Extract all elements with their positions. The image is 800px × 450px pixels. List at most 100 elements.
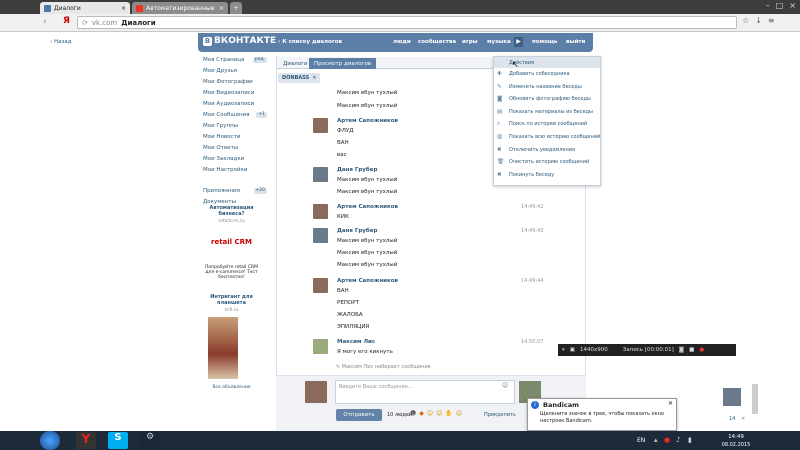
menu-item[interactable]: Показать материалы из беседы bbox=[509, 109, 593, 115]
menu-item[interactable]: Изменить название беседы bbox=[509, 84, 582, 90]
tab-automation[interactable]: Автоматизированные × bbox=[132, 2, 228, 14]
emoji-icon[interactable]: ☺ bbox=[427, 410, 433, 417]
download-icon[interactable]: ↓ bbox=[755, 16, 762, 25]
close-icon[interactable]: ✕ bbox=[741, 416, 745, 422]
sidebar-item[interactable]: Мои Настройки bbox=[203, 167, 267, 173]
message-input[interactable]: Введите Ваше сообщение... bbox=[335, 380, 515, 404]
header-link-communities[interactable]: сообщества bbox=[418, 39, 456, 45]
avatar[interactable] bbox=[313, 339, 328, 354]
record-icon[interactable]: ● bbox=[699, 347, 704, 353]
menu-item[interactable]: Отключить уведомления bbox=[509, 147, 575, 153]
minimize-icon[interactable]: – bbox=[766, 1, 770, 10]
menu-item[interactable]: Поиск по истории сообщений bbox=[509, 121, 587, 127]
sidebar-item[interactable]: Мои Новости bbox=[203, 134, 267, 140]
new-tab-button[interactable]: + bbox=[230, 2, 242, 14]
clock-date[interactable]: 08.02.2015 bbox=[718, 442, 754, 448]
tab-view-dialogs[interactable]: Просмотр диалогов bbox=[309, 58, 377, 69]
header-link-logout[interactable]: выйти bbox=[566, 39, 585, 45]
avatar[interactable] bbox=[313, 278, 328, 293]
back-arrow-icon[interactable]: ‹ bbox=[43, 17, 47, 27]
bandicam-tray-icon[interactable]: ● bbox=[664, 436, 670, 444]
avatar[interactable] bbox=[313, 118, 328, 133]
sidebar-badge[interactable]: +20 bbox=[253, 188, 267, 194]
ad-image[interactable] bbox=[208, 317, 238, 379]
tab-dialogs[interactable]: Диалоги × bbox=[40, 2, 130, 14]
language-indicator[interactable]: EN bbox=[637, 437, 645, 444]
pause-icon[interactable]: ⏸ bbox=[562, 347, 565, 354]
tab-dialogs[interactable]: Диалоги bbox=[278, 58, 313, 69]
page-scrollbar[interactable] bbox=[752, 384, 758, 414]
menu-item[interactable]: Показать всю историю сообщений bbox=[509, 134, 600, 140]
sender-name[interactable]: Артем Сапожников bbox=[337, 204, 398, 210]
screen-icon[interactable]: ▣ bbox=[570, 347, 575, 353]
close-icon[interactable]: ✕ bbox=[312, 75, 316, 81]
emoji-icon[interactable]: ◆ bbox=[419, 410, 424, 417]
skype-icon[interactable]: S bbox=[108, 432, 128, 449]
volume-icon[interactable]: ♪ bbox=[676, 436, 680, 444]
to-dialog-list-link[interactable]: ‹ К списку диалогов bbox=[278, 39, 342, 45]
avatar[interactable] bbox=[313, 204, 328, 219]
sidebar-item[interactable]: Мои Сообщения +1 bbox=[203, 112, 267, 118]
menu-item[interactable]: Очистить историю сообщений bbox=[509, 159, 589, 165]
yandex-logo[interactable]: Я bbox=[63, 16, 70, 26]
sidebar-badge[interactable]: +1 bbox=[256, 112, 267, 118]
header-link-games[interactable]: игры bbox=[462, 39, 478, 45]
header-link-people[interactable]: люди bbox=[393, 39, 411, 45]
emoji-icon[interactable]: ☺ bbox=[436, 410, 442, 417]
emoji-icon[interactable]: ✋ bbox=[445, 410, 452, 417]
close-window-icon[interactable]: × bbox=[789, 1, 796, 10]
sidebar-item[interactable]: Мои Видеозаписи bbox=[203, 90, 267, 96]
reload-icon[interactable]: ⟳ bbox=[82, 19, 88, 27]
sidebar-item[interactable]: Моя Страница ред. bbox=[203, 57, 267, 63]
stop-icon[interactable]: ■ bbox=[689, 347, 694, 353]
back-link[interactable]: ‹ Назад bbox=[50, 39, 72, 45]
sidebar-item[interactable]: Мои Группы bbox=[203, 123, 267, 129]
sender-name[interactable]: Максим Лис bbox=[337, 339, 375, 345]
ad-title[interactable]: Интригант для планшета bbox=[203, 294, 260, 306]
network-icon[interactable]: ▮ bbox=[688, 436, 692, 444]
sidebar-item[interactable]: Мои Аудиозаписи bbox=[203, 101, 267, 107]
emoji-icon[interactable]: ☺ bbox=[502, 382, 508, 389]
url-input[interactable]: ⟳ vk.com Диалоги bbox=[77, 16, 737, 29]
star-icon[interactable]: ☆ bbox=[742, 16, 749, 25]
notify-avatar[interactable] bbox=[723, 388, 741, 406]
sidebar-item[interactable]: Мои Закладки bbox=[203, 156, 267, 162]
attach-button[interactable]: Прикрепить bbox=[484, 412, 516, 418]
avatar[interactable] bbox=[313, 228, 328, 243]
chat-chip[interactable]: DONBASS ✕ bbox=[278, 73, 321, 83]
close-icon[interactable]: × bbox=[121, 5, 126, 12]
tray-arrow-icon[interactable]: ▴ bbox=[654, 436, 658, 444]
send-button[interactable]: Отправить bbox=[336, 409, 382, 421]
sidebar-item[interactable]: Мои Друзья bbox=[203, 68, 267, 74]
sidebar-item[interactable]: Приложения +20 bbox=[203, 188, 267, 194]
my-avatar[interactable] bbox=[305, 381, 327, 403]
maximize-icon[interactable]: □ bbox=[776, 1, 784, 10]
sender-name[interactable]: Даня Грубер bbox=[337, 228, 377, 234]
menu-item[interactable]: Покинуть беседу bbox=[509, 172, 554, 178]
sender-name[interactable]: Артем Сапожников bbox=[337, 278, 398, 284]
vk-logo[interactable]: В ВКОНТАКТЕ bbox=[203, 36, 276, 46]
sidebar-item[interactable]: Мои Ответы bbox=[203, 145, 267, 151]
yandex-browser-icon[interactable]: Y bbox=[76, 432, 96, 449]
avatar[interactable] bbox=[313, 167, 328, 182]
play-icon[interactable]: ▶ bbox=[514, 37, 523, 47]
close-icon[interactable]: × bbox=[219, 5, 224, 12]
ad-title[interactable]: Автоматизация бизнеса? bbox=[203, 205, 260, 217]
menu-item[interactable]: Добавить собеседника bbox=[509, 71, 570, 77]
retailcrm-logo[interactable]: retail CRM bbox=[203, 238, 260, 246]
camera-icon[interactable]: ◙ bbox=[679, 347, 684, 353]
emoji-icon[interactable]: ☺ bbox=[456, 410, 462, 417]
sender-name[interactable]: Артем Сапожников bbox=[337, 118, 398, 124]
close-icon[interactable]: ✕ bbox=[668, 400, 673, 407]
members-count[interactable]: 10 людей bbox=[387, 412, 412, 418]
menu-icon[interactable]: ≡ bbox=[768, 16, 775, 25]
header-link-music[interactable]: музыка bbox=[487, 39, 511, 45]
sidebar-badge[interactable]: ред. bbox=[252, 57, 267, 63]
start-button[interactable] bbox=[40, 431, 60, 450]
steam-icon[interactable]: ⚙ bbox=[140, 432, 160, 449]
face-icon[interactable]: ☻ bbox=[410, 410, 416, 417]
sidebar-item[interactable]: Мои Фотографии bbox=[203, 79, 267, 85]
menu-item[interactable]: Обновить фотографию беседы bbox=[509, 96, 591, 102]
clock-time[interactable]: 14:49 bbox=[722, 434, 750, 440]
header-link-help[interactable]: помощь bbox=[532, 39, 557, 45]
